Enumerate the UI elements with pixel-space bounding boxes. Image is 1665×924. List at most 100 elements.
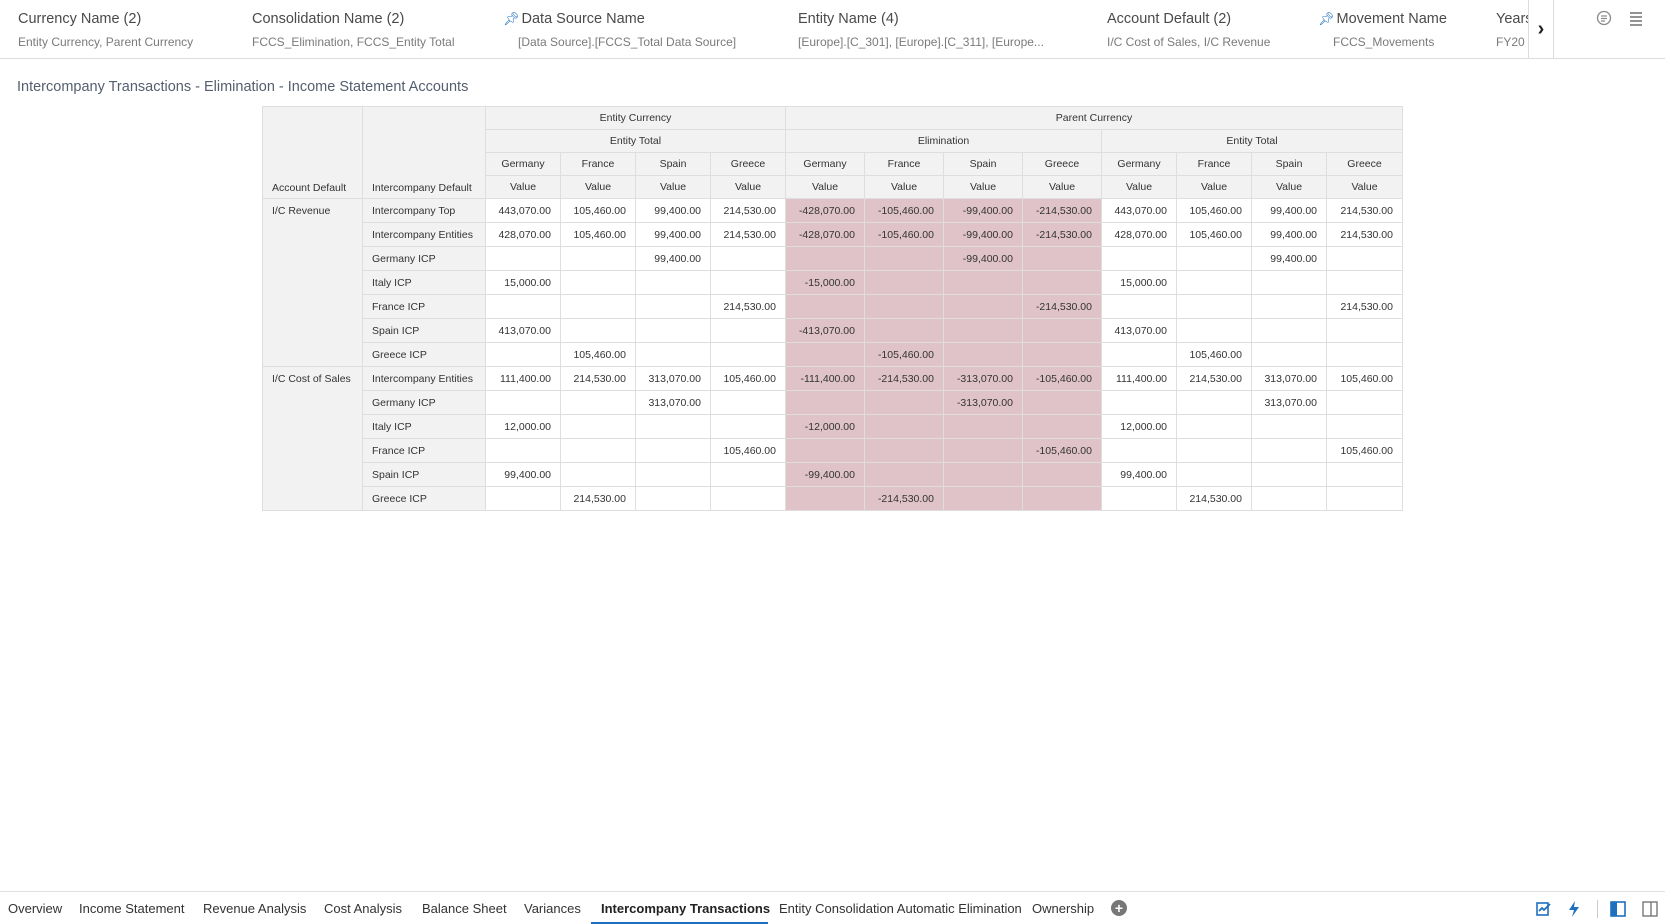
header-entity-greece[interactable]: Greece	[710, 152, 786, 176]
header-entity-greece[interactable]: Greece	[1326, 152, 1403, 176]
data-cell[interactable]: 15,000.00	[1101, 270, 1177, 295]
data-cell[interactable]: -105,460.00	[1022, 438, 1102, 463]
data-cell[interactable]	[710, 462, 786, 487]
data-cell[interactable]	[635, 318, 711, 343]
data-cell[interactable]: 99,400.00	[635, 198, 711, 223]
row-header-account[interactable]: I/C Cost of Sales	[262, 366, 363, 511]
data-cell[interactable]: 413,070.00	[485, 318, 561, 343]
data-cell[interactable]: -99,400.00	[943, 222, 1023, 247]
tab-cost-analysis[interactable]: Cost Analysis	[324, 892, 402, 924]
data-cell[interactable]	[864, 318, 944, 343]
data-cell[interactable]: 99,400.00	[635, 246, 711, 271]
data-cell[interactable]	[864, 462, 944, 487]
data-cell[interactable]	[785, 438, 865, 463]
data-cell[interactable]	[1251, 438, 1327, 463]
data-cell[interactable]: 105,460.00	[710, 438, 786, 463]
data-cell[interactable]: 214,530.00	[1326, 198, 1403, 223]
filter-consolidation-name[interactable]: Consolidation Name (2) FCCS_Elimination,…	[252, 8, 502, 49]
data-cell[interactable]: 443,070.00	[1101, 198, 1177, 223]
data-cell[interactable]	[560, 414, 636, 439]
data-cell[interactable]	[560, 390, 636, 415]
data-cell[interactable]	[785, 390, 865, 415]
data-cell[interactable]: 214,530.00	[710, 198, 786, 223]
data-cell[interactable]	[635, 342, 711, 367]
data-cell[interactable]	[1176, 270, 1252, 295]
filter-entity-name[interactable]: Entity Name (4) [Europe].[C_301], [Europ…	[798, 8, 1058, 49]
data-cell[interactable]	[635, 438, 711, 463]
auto-insights-icon[interactable]	[1535, 900, 1553, 918]
data-cell[interactable]	[1176, 246, 1252, 271]
header-entity-germany[interactable]: Germany	[785, 152, 865, 176]
header-entity-spain[interactable]: Spain	[635, 152, 711, 176]
data-cell[interactable]: -413,070.00	[785, 318, 865, 343]
data-cell[interactable]: 99,400.00	[635, 222, 711, 247]
data-cell[interactable]	[1176, 318, 1252, 343]
data-cell[interactable]	[710, 246, 786, 271]
data-cell[interactable]	[1176, 294, 1252, 319]
data-cell[interactable]	[1326, 462, 1403, 487]
data-cell[interactable]: 12,000.00	[1101, 414, 1177, 439]
data-cell[interactable]	[1022, 486, 1102, 511]
row-header-intercompany[interactable]: France ICP	[362, 294, 486, 319]
header-entity-total[interactable]: Entity Total	[485, 129, 786, 153]
menu-icon[interactable]	[1626, 8, 1646, 28]
data-cell[interactable]	[1101, 438, 1177, 463]
data-cell[interactable]	[710, 342, 786, 367]
data-cell[interactable]: 214,530.00	[1176, 486, 1252, 511]
data-cell[interactable]	[1176, 438, 1252, 463]
data-cell[interactable]	[635, 414, 711, 439]
data-cell[interactable]: 313,070.00	[1251, 366, 1327, 391]
data-cell[interactable]: 214,530.00	[710, 294, 786, 319]
data-cell[interactable]	[864, 414, 944, 439]
left-panel-icon[interactable]	[1609, 900, 1627, 918]
data-cell[interactable]	[1022, 318, 1102, 343]
data-cell[interactable]	[943, 294, 1023, 319]
data-cell[interactable]	[785, 486, 865, 511]
header-elimination[interactable]: Elimination	[785, 129, 1102, 153]
tab-revenue-analysis[interactable]: Revenue Analysis	[203, 892, 306, 924]
row-header-intercompany[interactable]: Germany ICP	[362, 246, 486, 271]
data-cell[interactable]	[710, 414, 786, 439]
data-cell[interactable]	[560, 462, 636, 487]
data-cell[interactable]	[1022, 390, 1102, 415]
data-cell[interactable]: -313,070.00	[943, 390, 1023, 415]
data-cell[interactable]	[1251, 270, 1327, 295]
data-cell[interactable]: 105,460.00	[560, 222, 636, 247]
data-cell[interactable]: -214,530.00	[1022, 222, 1102, 247]
data-cell[interactable]	[710, 270, 786, 295]
header-entity-france[interactable]: France	[864, 152, 944, 176]
data-cell[interactable]	[1176, 462, 1252, 487]
row-header-intercompany[interactable]: Spain ICP	[362, 318, 486, 343]
data-cell[interactable]	[1022, 342, 1102, 367]
data-cell[interactable]: 443,070.00	[485, 198, 561, 223]
data-cell[interactable]	[943, 414, 1023, 439]
row-header-intercompany[interactable]: Germany ICP	[362, 390, 486, 415]
data-cell[interactable]	[485, 294, 561, 319]
data-cell[interactable]	[943, 318, 1023, 343]
data-cell[interactable]: 428,070.00	[485, 222, 561, 247]
data-cell[interactable]	[1101, 246, 1177, 271]
data-cell[interactable]: 105,460.00	[1326, 366, 1403, 391]
filter-data-source-name[interactable]: 📌︎ Data Source Name [Data Source].[FCCS_T…	[503, 8, 778, 49]
data-cell[interactable]	[710, 390, 786, 415]
data-cell[interactable]: 105,460.00	[1176, 342, 1252, 367]
data-cell[interactable]: 15,000.00	[485, 270, 561, 295]
data-cell[interactable]	[485, 486, 561, 511]
data-cell[interactable]	[1251, 342, 1327, 367]
data-cell[interactable]	[1251, 414, 1327, 439]
data-cell[interactable]: 105,460.00	[710, 366, 786, 391]
data-cell[interactable]: 214,530.00	[560, 366, 636, 391]
data-cell[interactable]: 105,460.00	[560, 198, 636, 223]
data-cell[interactable]	[1251, 318, 1327, 343]
data-cell[interactable]	[943, 438, 1023, 463]
data-cell[interactable]: -313,070.00	[943, 366, 1023, 391]
data-cell[interactable]	[1022, 246, 1102, 271]
data-cell[interactable]: -105,460.00	[1022, 366, 1102, 391]
data-cell[interactable]	[1251, 462, 1327, 487]
data-cell[interactable]	[864, 390, 944, 415]
data-cell[interactable]	[560, 318, 636, 343]
data-cell[interactable]: 214,530.00	[1326, 222, 1403, 247]
data-cell[interactable]	[485, 342, 561, 367]
data-cell[interactable]	[710, 318, 786, 343]
data-cell[interactable]	[943, 342, 1023, 367]
